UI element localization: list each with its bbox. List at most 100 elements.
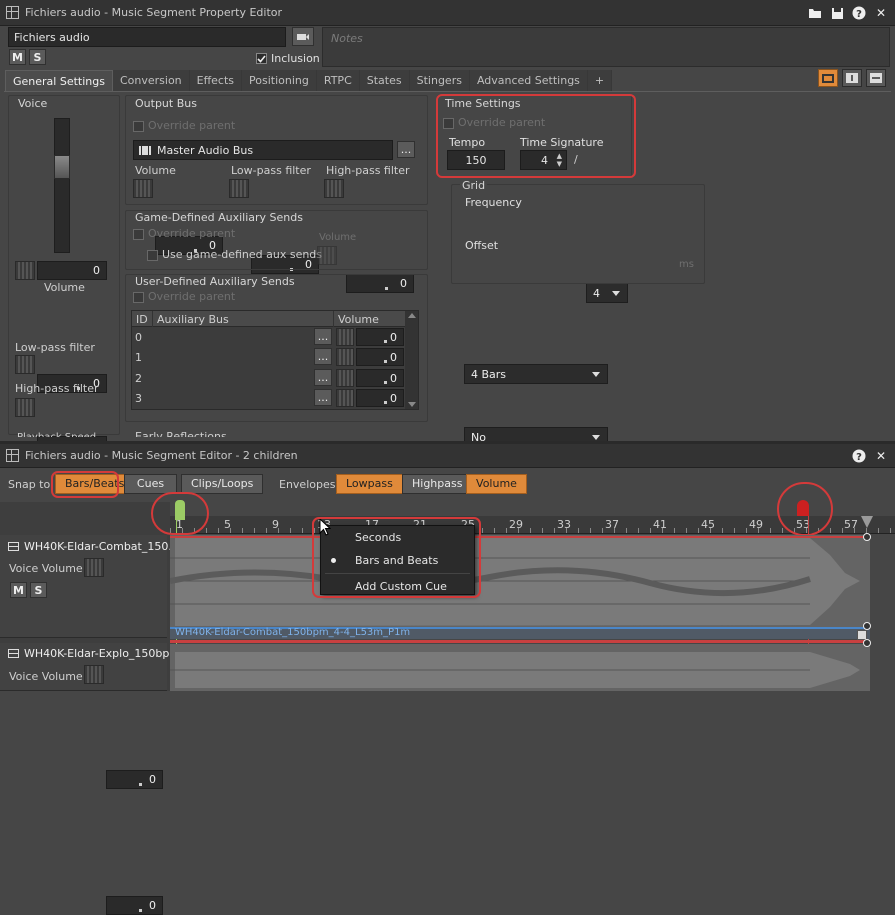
tab-general-settings[interactable]: General Settings — [5, 70, 113, 92]
track-1-volume-envelope[interactable] — [170, 536, 870, 538]
aux-volume-knob[interactable] — [336, 369, 354, 387]
voice-lowpass-knob[interactable] — [15, 355, 35, 374]
tab-rtpc[interactable]: RTPC — [316, 70, 360, 92]
inclusion-checkbox[interactable]: Inclusion — [256, 52, 320, 65]
voice-volume-value: 0 — [93, 264, 100, 277]
voice-volume-knob[interactable] — [15, 261, 35, 280]
help-icon[interactable]: ? — [851, 448, 867, 464]
aux-volume-input[interactable]: 0 — [356, 348, 404, 366]
aux-volume-input[interactable]: 0 — [356, 369, 404, 387]
bus-icon — [139, 145, 151, 155]
inclusion-check-icon[interactable] — [256, 53, 267, 64]
time-settings-label: Time Settings — [445, 97, 521, 110]
layout-rows-icon[interactable] — [866, 69, 886, 87]
use-game-aux[interactable]: Use game-defined aux sends — [147, 248, 322, 261]
aux-volume-input[interactable]: 0 — [356, 328, 404, 346]
use-game-aux-checkbox[interactable] — [147, 249, 158, 261]
voice-volume-input[interactable]: 0 — [37, 261, 107, 280]
aux-browse-button[interactable]: ... — [314, 348, 332, 365]
aux-browse-button[interactable]: ... — [314, 369, 332, 386]
track-1-volume-input[interactable]: 0 — [106, 770, 163, 789]
tempo-input[interactable]: 150 — [447, 150, 505, 170]
game-aux-override-checkbox[interactable] — [133, 228, 144, 240]
help-icon[interactable]: ? — [851, 5, 867, 21]
user-aux-override-checkbox[interactable] — [133, 291, 144, 303]
voice-volume-slider[interactable] — [54, 118, 70, 253]
envelope-point[interactable] — [863, 622, 871, 630]
track-1-volume-knob[interactable] — [84, 558, 104, 577]
time-override-checkbox[interactable] — [443, 117, 454, 129]
object-name-field[interactable]: Fichiers audio — [8, 27, 286, 47]
track-2-clip[interactable] — [170, 644, 870, 691]
aux-volume-knob[interactable] — [336, 389, 354, 407]
output-lowpass-knob[interactable] — [229, 179, 249, 198]
spinner-icon[interactable]: ▲ ▼ — [557, 152, 562, 168]
envelope-point[interactable] — [863, 639, 871, 647]
close-icon[interactable]: ✕ — [873, 448, 889, 464]
aux-browse-button[interactable]: ... — [314, 328, 332, 345]
solo-button[interactable]: S — [29, 49, 46, 65]
layout-single-icon[interactable] — [818, 69, 838, 87]
mute-button[interactable]: M — [9, 49, 26, 65]
output-highpass-knob[interactable] — [324, 179, 344, 198]
time-settings-override[interactable]: Override parent — [443, 116, 545, 129]
annotation-circle-exit-cue — [777, 482, 833, 536]
voice-highpass-label: High-pass filter — [15, 382, 99, 395]
tab-states[interactable]: States — [359, 70, 410, 92]
track-2-volume-input[interactable]: 0 — [106, 896, 163, 915]
tab-effects[interactable]: Effects — [189, 70, 243, 92]
aux-row-0[interactable]: 0 ... 0 — [131, 328, 404, 346]
aux-row-1[interactable]: 1 ... 0 — [131, 348, 404, 366]
output-bus-name: Master Audio Bus — [157, 143, 254, 157]
tab-add[interactable]: + — [587, 70, 613, 92]
aux-row-3[interactable]: 3 ... 0 — [131, 389, 404, 407]
snap-cues-button[interactable]: Cues — [124, 474, 177, 494]
voice-highpass-knob[interactable] — [15, 398, 35, 417]
envelope-point[interactable] — [863, 533, 871, 541]
track-1-clip[interactable] — [170, 535, 870, 628]
override-checkbox[interactable] — [133, 120, 144, 132]
output-volume-knob[interactable] — [133, 179, 153, 198]
window-grid-icon[interactable] — [6, 449, 19, 462]
sig-denominator-dropdown[interactable]: 4 — [586, 283, 628, 303]
rename-icon[interactable] — [292, 27, 314, 46]
output-bus-override[interactable]: Override parent — [133, 119, 235, 132]
snap-clips-loops-button[interactable]: Clips/Loops — [181, 474, 264, 494]
tab-advanced-settings[interactable]: Advanced Settings — [469, 70, 588, 92]
envelope-volume-button[interactable]: Volume — [466, 474, 527, 494]
track-2-volume-knob[interactable] — [84, 665, 104, 684]
tab-stingers[interactable]: Stingers — [409, 70, 470, 92]
aux-volume-input[interactable]: 0 — [356, 389, 404, 407]
envelope-lowpass-button[interactable]: Lowpass — [336, 474, 403, 494]
user-aux-override[interactable]: Override parent — [133, 290, 235, 303]
chevron-down-icon — [592, 435, 600, 440]
ms-label: ms — [679, 259, 694, 270]
frequency-dropdown[interactable]: 4 Bars — [464, 364, 608, 384]
output-bus-field[interactable]: Master Audio Bus — [133, 140, 393, 160]
chevron-down-icon — [612, 291, 620, 296]
sig-numerator-input[interactable]: 4 ▲ ▼ — [520, 150, 567, 170]
aux-volume-knob[interactable] — [336, 328, 354, 346]
tab-positioning[interactable]: Positioning — [242, 70, 317, 92]
track-separator-envelope — [170, 640, 870, 643]
track-1-solo-button[interactable]: S — [30, 582, 47, 598]
envelope-highpass-button[interactable]: Highpass — [402, 474, 473, 494]
folder-icon[interactable] — [807, 5, 823, 21]
aux-browse-button[interactable]: ... — [314, 389, 332, 406]
game-aux-override[interactable]: Override parent — [133, 227, 235, 240]
layout-columns-icon[interactable] — [842, 69, 862, 87]
annotation-highlight-snap — [51, 471, 119, 498]
close-icon[interactable]: ✕ — [873, 5, 889, 21]
window-grid-icon[interactable] — [6, 6, 19, 19]
track-1-mute-button[interactable]: M — [10, 582, 27, 598]
aux-table-scrollbar[interactable] — [405, 311, 418, 409]
output-bus-browse-button[interactable]: ... — [397, 141, 415, 158]
track-icon — [8, 649, 19, 658]
slider-thumb[interactable] — [54, 155, 70, 179]
track-1-clip-bar[interactable]: WH40K-Eldar-Combat_150bpm_4-4_L53m_P1m — [170, 627, 870, 639]
tab-conversion[interactable]: Conversion — [112, 70, 190, 92]
aux-row-2[interactable]: 2 ... 0 — [131, 369, 404, 387]
notes-field[interactable]: Notes — [322, 27, 890, 67]
save-icon[interactable] — [829, 5, 845, 21]
aux-volume-knob[interactable] — [336, 348, 354, 366]
